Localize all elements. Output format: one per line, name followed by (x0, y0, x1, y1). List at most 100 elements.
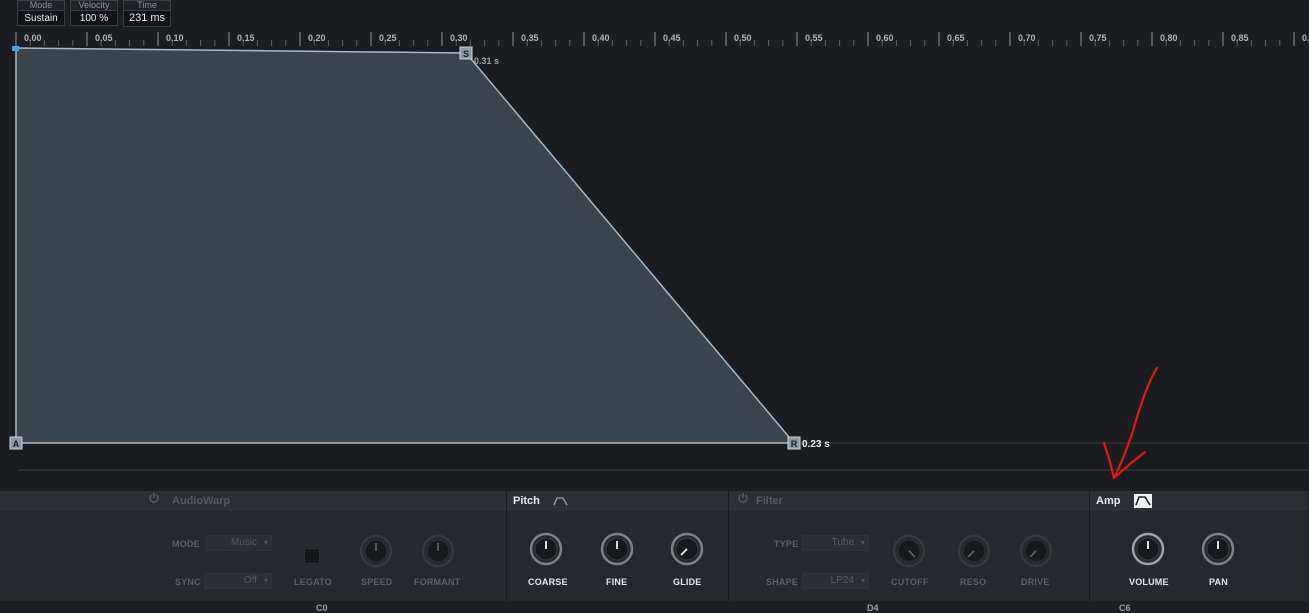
ruler-tick-label: 0.30 (450, 33, 468, 43)
pitch-header[interactable]: Pitch (507, 491, 729, 511)
audiowarp-mode-label: MODE (172, 539, 200, 549)
formant-knob[interactable] (421, 534, 455, 568)
fine-label: FINE (606, 577, 628, 587)
release-time-label: 0.23 s (802, 439, 830, 450)
velocity-value[interactable]: 100 % (70, 10, 118, 26)
audiowarp-body: MODE Music ▾ SYNC Off ▾ LEGATO SPEED FORMA… (0, 511, 507, 601)
fine-knob[interactable] (600, 532, 634, 566)
drive-knob[interactable] (1019, 534, 1053, 568)
ruler-tick-label: 0.20 (308, 33, 326, 43)
sustain-node-label: S (463, 49, 469, 59)
filter-type-label: TYPE (774, 539, 799, 549)
audiowarp-sync-label: SYNC (175, 577, 201, 587)
envelope-svg[interactable]: S 0.31 s A R 0.23 s (0, 46, 1309, 484)
ruler-tick-label: 0.00 (24, 33, 42, 43)
amp-envelope-icon[interactable] (1133, 494, 1152, 509)
velocity-field[interactable]: Velocity 100 % (70, 0, 118, 26)
ruler-tick-label: 0.60 (876, 33, 894, 43)
envelope-graph[interactable]: S 0.31 s A R 0.23 s (0, 46, 1309, 484)
sampler-editor: Mode Sustain Velocity 100 % Time 231 ms … (0, 0, 1309, 613)
speed-label: SPEED (361, 577, 393, 587)
pan-label: PAN (1209, 577, 1228, 587)
ruler-tick-label: 0.80 (1160, 33, 1178, 43)
pitch-title: Pitch (513, 495, 540, 507)
amp-header[interactable]: Amp (1090, 491, 1309, 511)
start-node[interactable] (12, 46, 19, 51)
speed-knob[interactable] (359, 534, 393, 568)
ruler-tick-label: 0.9 (1302, 33, 1309, 43)
ruler-tick-label: 0.45 (663, 33, 681, 43)
attack-node-label: A (13, 439, 20, 449)
chevron-down-icon: ▾ (860, 576, 865, 585)
chevron-down-icon: ▾ (263, 576, 268, 585)
volume-knob[interactable] (1131, 532, 1165, 566)
mode-field[interactable]: Mode Sustain (17, 0, 65, 26)
mode-label: Mode (17, 0, 65, 10)
velocity-label: Velocity (70, 0, 118, 10)
audiowarp-sync-select[interactable]: Off ▾ (204, 573, 272, 589)
mode-value[interactable]: Sustain (17, 10, 65, 26)
pan-knob[interactable] (1201, 532, 1235, 566)
audiowarp-header[interactable]: AudioWarp (0, 491, 507, 511)
cutoff-knob[interactable] (892, 534, 926, 568)
glide-knob[interactable] (670, 532, 704, 566)
attack-node[interactable]: A (9, 436, 23, 450)
filter-type-select[interactable]: Tube ▾ (802, 535, 869, 551)
pitch-body: COARSE FINE GLIDE (507, 511, 729, 601)
audiowarp-power-icon[interactable] (148, 491, 160, 511)
ruler-tick-label: 0.55 (805, 33, 823, 43)
ruler-tick-label: 0.50 (734, 33, 752, 43)
filter-power-icon[interactable] (737, 491, 749, 511)
reso-label: RESO (960, 577, 987, 587)
release-node[interactable]: R (787, 436, 801, 450)
filter-body: TYPE Tube ▾ SHAPE LP24 ▾ CUTOFF RESO DRIVE (729, 511, 1090, 601)
footer-bar (0, 601, 1309, 613)
release-node-label: R (791, 439, 798, 449)
footer-d4: D4 (867, 603, 879, 613)
chevron-down-icon: ▾ (860, 538, 865, 547)
ruler-tick-label: 0.40 (592, 33, 610, 43)
ruler-tick-label: 0.65 (947, 33, 965, 43)
legato-checkbox[interactable] (304, 548, 320, 564)
coarse-knob[interactable] (529, 532, 563, 566)
cutoff-label: CUTOFF (891, 577, 929, 587)
audiowarp-title: AudioWarp (172, 495, 231, 507)
filter-type-value: Tube (831, 537, 854, 548)
ruler-tick-label: 0.70 (1018, 33, 1036, 43)
ruler-tick-label: 0.10 (166, 33, 184, 43)
formant-label: FORMANT (414, 577, 461, 587)
ruler-tick-label: 0.05 (95, 33, 113, 43)
time-value[interactable]: 231 ms (123, 10, 171, 27)
reso-knob[interactable] (957, 534, 991, 568)
coarse-label: COARSE (528, 577, 568, 587)
chevron-down-icon: ▾ (263, 538, 268, 547)
amp-body: VOLUME PAN (1090, 511, 1309, 601)
time-field[interactable]: Time 231 ms (123, 0, 171, 27)
ruler-tick-label: 0.15 (237, 33, 255, 43)
time-ruler[interactable]: 0.00 0.05 0.10 0.15 0.20 0.25 0.30 0.35 0.40 0.45… (0, 30, 1309, 46)
glide-label: GLIDE (673, 577, 702, 587)
audiowarp-mode-select[interactable]: Music ▾ (206, 535, 272, 551)
footer-c0: C0 (316, 603, 328, 613)
filter-title: Filter (756, 495, 783, 507)
audiowarp-sync-value: Off (243, 575, 257, 586)
time-label: Time (123, 0, 171, 10)
filter-shape-value: LP24 (830, 575, 854, 586)
ruler-tick-label: 0.75 (1089, 33, 1107, 43)
annotation-arrow (1102, 366, 1159, 480)
sustain-node[interactable]: S (459, 46, 473, 60)
ruler-tick-label: 0.85 (1231, 33, 1249, 43)
ruler-tick-label: 0.25 (379, 33, 397, 43)
envelope-icon[interactable] (553, 495, 569, 507)
legato-label: LEGATO (294, 577, 332, 587)
envelope-fill (16, 48, 794, 443)
ruler-tick-label: 0.35 (521, 33, 539, 43)
filter-shape-select[interactable]: LP24 ▾ (802, 573, 869, 589)
audiowarp-mode-value: Music (230, 537, 257, 548)
amp-title: Amp (1096, 495, 1121, 507)
filter-header[interactable]: Filter (729, 491, 1090, 511)
filter-shape-label: SHAPE (766, 577, 799, 587)
ruler-ticks (15, 32, 1295, 46)
footer-c6: C6 (1119, 603, 1131, 613)
sustain-time-label: 0.31 s (474, 56, 499, 66)
